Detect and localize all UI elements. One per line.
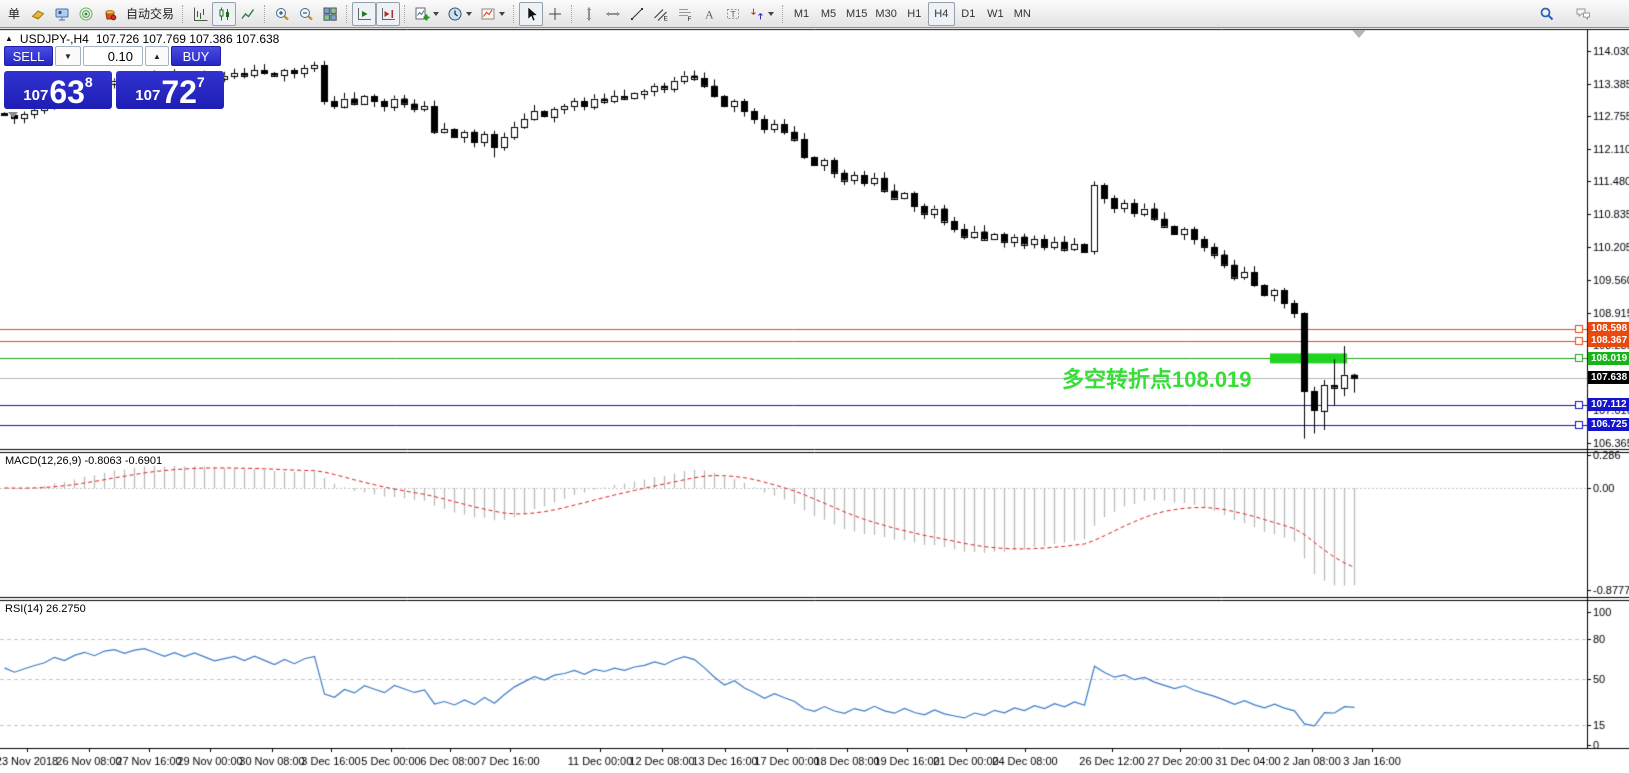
rsi-indicator-label: RSI(14) 26.2750	[5, 603, 86, 615]
sell-price-prefix: 107	[23, 87, 49, 104]
search-icon-button[interactable]	[1535, 2, 1559, 26]
timeframe-m5-button[interactable]: M5	[815, 2, 842, 26]
equidistant-channel-button[interactable]: E	[649, 2, 673, 26]
text-label-button[interactable]: T	[721, 2, 745, 26]
bar-chart-button[interactable]	[188, 2, 212, 26]
price-level-label: 107.112	[1588, 398, 1629, 411]
price-level-label: 108.019	[1588, 352, 1629, 365]
buy-price-button[interactable]: 107 72 7	[116, 71, 224, 109]
zoom-out-button[interactable]	[294, 2, 318, 26]
new-order-button[interactable]: 单	[2, 2, 26, 26]
panel-collapse-icon[interactable]	[8, 112, 18, 118]
timeframe-m15-button[interactable]: M15	[842, 2, 871, 26]
templates-button[interactable]	[476, 2, 509, 26]
toolbar-separator	[513, 4, 515, 23]
toolbar-separator	[782, 4, 784, 23]
buy-button[interactable]: BUY	[171, 46, 221, 66]
timeframe-m30-button[interactable]: M30	[871, 2, 900, 26]
auto-scroll-button[interactable]	[352, 1, 377, 26]
market-icon-button[interactable]	[98, 2, 122, 26]
timeframe-h1-button[interactable]: H1	[901, 2, 928, 26]
tile-windows-button[interactable]	[318, 2, 342, 26]
candlestick-chart-button[interactable]	[212, 1, 237, 26]
arrows-button[interactable]	[745, 2, 778, 26]
buy-price-prefix: 107	[135, 87, 161, 104]
text-button[interactable]: A	[697, 2, 721, 26]
volume-input[interactable]	[83, 46, 143, 66]
toolbar-separator	[571, 4, 573, 23]
toolbar-separator	[346, 4, 348, 23]
horizontal-line-button[interactable]	[601, 2, 625, 26]
chart-text-annotation: 多空转折点108.019	[1062, 367, 1252, 392]
svg-text:T: T	[731, 9, 736, 19]
svg-text:A: A	[705, 7, 714, 21]
toolbar-separator	[182, 4, 184, 23]
crosshair-button[interactable]	[543, 2, 567, 26]
signals-icon-button[interactable]	[74, 2, 98, 26]
chart-shift-marker-icon[interactable]	[1352, 30, 1366, 38]
timeframe-m1-button[interactable]: M1	[788, 2, 815, 26]
sell-button[interactable]: SELL	[4, 46, 53, 66]
buy-price-big: 72	[161, 73, 197, 110]
price-level-label: 106.725	[1588, 418, 1629, 431]
toolbar: 单 自动交易 E F A T M1 M5 M15 M30 H1 H4 D1 W1 MN	[0, 0, 1629, 28]
timeframe-mn-button[interactable]: MN	[1009, 2, 1036, 26]
volume-down-button[interactable]: ▼	[55, 46, 81, 66]
toolbar-separator	[264, 4, 266, 23]
chart-title: ▲ USDJPY-,H4 107.726 107.769 107.386 107…	[5, 32, 279, 46]
timeframe-h4-button[interactable]: H4	[927, 1, 955, 26]
fibonacci-button[interactable]: F	[673, 2, 697, 26]
timeframe-w1-button[interactable]: W1	[982, 2, 1009, 26]
symbol-period-label: USDJPY-,H4	[19, 32, 89, 46]
chart-shift-button[interactable]	[376, 1, 401, 26]
current-price-label: 107.638	[1588, 371, 1629, 384]
mt4-terminal: 单 自动交易 E F A T M1 M5 M15 M30 H1 H4 D1 W1 MN ▲ USDJPY-,…	[0, 0, 1629, 773]
one-click-trade-panel: SELL ▼ ▲ BUY 107 63 8 107 72 7	[4, 46, 224, 109]
chat-icon-button[interactable]	[1571, 2, 1595, 26]
zoom-in-button[interactable]	[270, 2, 294, 26]
sell-price-pip: 8	[84, 74, 93, 90]
macd-indicator-label: MACD(12,26,9) -0.8063 -0.6901	[5, 455, 163, 467]
ohlc-values: 107.726 107.769 107.386 107.638	[95, 32, 280, 46]
trendline-button[interactable]	[625, 2, 649, 26]
autotrading-button[interactable]: 自动交易	[122, 2, 178, 26]
timeframe-d1-button[interactable]: D1	[955, 2, 982, 26]
svg-text:F: F	[688, 16, 692, 22]
sell-price-button[interactable]: 107 63 8	[4, 71, 112, 109]
sell-price-big: 63	[49, 73, 85, 110]
price-level-label: 108.367	[1588, 334, 1629, 347]
chart-canvas[interactable]	[0, 28, 1629, 773]
volume-up-button[interactable]: ▲	[145, 46, 169, 66]
collapse-panel-icon[interactable]: ▲	[5, 35, 13, 43]
buy-price-pip: 7	[196, 74, 205, 90]
new-chart-button[interactable]	[410, 2, 443, 26]
vertical-line-button[interactable]	[577, 2, 601, 26]
toolbar-separator	[404, 4, 406, 23]
strategy-tester-icon-button[interactable]	[50, 2, 74, 26]
line-chart-button[interactable]	[236, 2, 260, 26]
periods-button[interactable]	[443, 2, 476, 26]
svg-text:E: E	[664, 15, 669, 22]
market-watch-icon-button[interactable]	[26, 2, 50, 26]
cursor-button[interactable]	[519, 1, 544, 26]
